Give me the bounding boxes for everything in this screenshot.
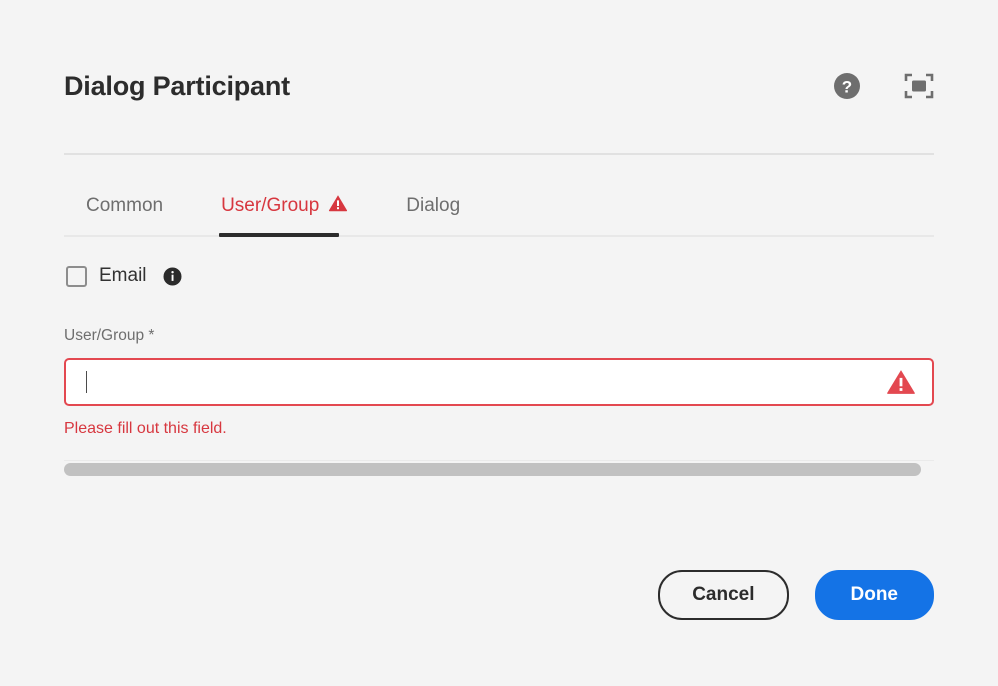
email-checkbox[interactable] [66,266,87,287]
email-checkbox-label: Email [99,265,147,287]
tab-common[interactable]: Common [64,177,192,235]
field-alert-triangle-icon [886,369,916,396]
help-circle-icon: ? [832,71,862,101]
maximize-icon [904,72,934,100]
info-circle-icon[interactable] [163,267,182,286]
page-title: Dialog Participant [64,73,290,100]
scrollbar-track[interactable] [64,463,934,476]
tab-list: Common User/Group Dialog [64,177,934,235]
field-error-message: Please fill out this field. [64,420,934,438]
user-group-field: User/Group * Please fill out this field. [64,327,934,438]
header-divider [64,153,934,155]
done-button-label: Done [851,584,899,606]
dialog-participant-modal: Dialog Participant ? [0,0,998,686]
horizontal-scrollbar[interactable] [64,460,934,478]
svg-text:?: ? [842,78,852,97]
tab-common-label: Common [86,195,163,217]
header-actions: ? [832,71,934,101]
tab-dialog-label: Dialog [406,195,460,217]
user-group-label: User/Group * [64,327,934,345]
tab-user-group-label: User/Group [221,195,319,217]
done-button[interactable]: Done [815,570,935,620]
cancel-button-label: Cancel [692,584,754,606]
cancel-button[interactable]: Cancel [658,570,788,620]
tab-divider [64,235,934,237]
text-caret [86,371,87,393]
scrollbar-thumb[interactable] [64,463,921,476]
maximize-button[interactable] [904,72,934,100]
help-button[interactable]: ? [832,71,862,101]
dialog-header: Dialog Participant ? [64,0,934,124]
alert-triangle-icon [328,194,348,218]
email-checkbox-row[interactable]: Email [64,265,934,287]
user-group-input[interactable] [64,358,934,406]
tab-user-group[interactable]: User/Group [192,177,377,235]
tab-dialog[interactable]: Dialog [377,177,489,235]
dialog-footer: Cancel Done [658,570,934,620]
tab-bar: Common User/Group Dialog [64,177,934,237]
tab-active-indicator [219,233,339,237]
